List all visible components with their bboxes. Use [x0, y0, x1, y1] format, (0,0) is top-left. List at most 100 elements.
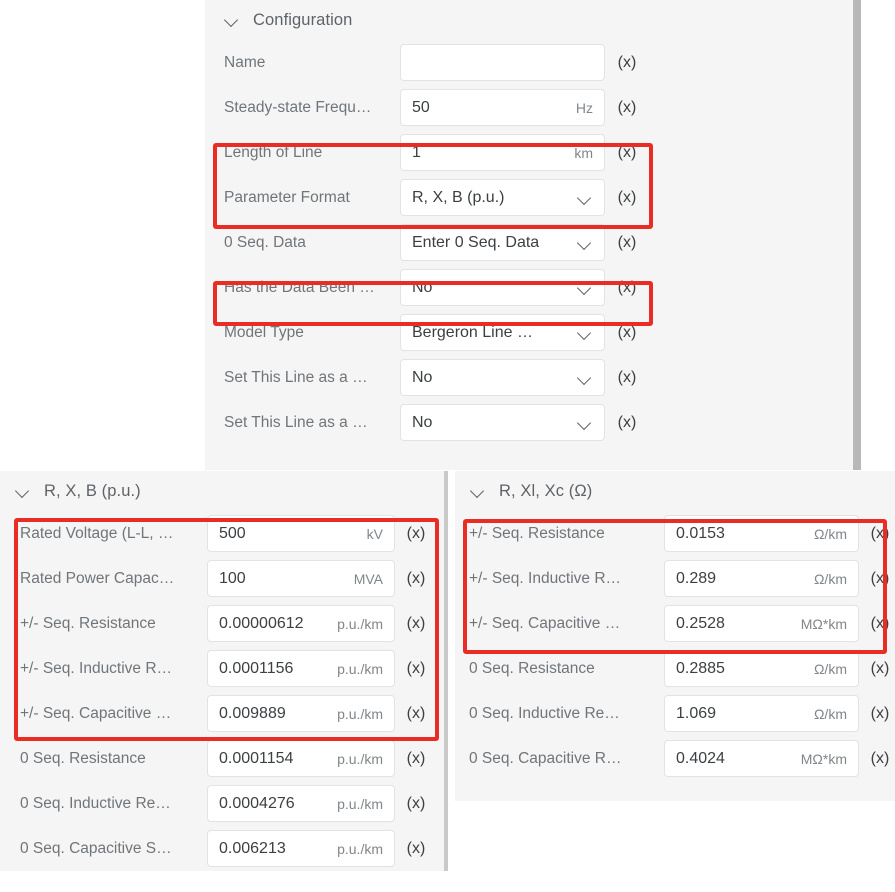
configuration-panel: Configuration Name (x) Steady-state Frequ…… [205, 0, 861, 470]
field-row: +/- Seq. Resistance 0.0153 Ω/km (x) [455, 511, 895, 556]
text-input-field[interactable]: 0.0001154 p.u./km [207, 740, 395, 777]
field-value: No [412, 368, 433, 386]
text-input-field[interactable]: 0.009889 p.u./km [207, 695, 395, 732]
select-field[interactable]: Enter 0 Seq. Data [400, 224, 605, 261]
chevron-down-icon[interactable] [577, 280, 593, 296]
expression-button[interactable]: (x) [395, 660, 437, 678]
expression-button[interactable]: (x) [605, 144, 649, 162]
field-unit: Ω/km [813, 570, 847, 587]
field-row: Rated Power Capac… 100 MVA (x) [0, 556, 448, 601]
expression-button[interactable]: (x) [605, 54, 649, 72]
text-input-field[interactable]: 100 MVA [207, 560, 395, 597]
expression-button[interactable]: (x) [859, 615, 895, 633]
field-row: Set This Line as a … No (x) [205, 400, 861, 445]
field-value: 1.069 [676, 704, 717, 722]
field-value: 0.009889 [219, 704, 286, 722]
field-unit: Ω/km [813, 705, 847, 722]
field-label: Name [224, 53, 266, 71]
field-label: 0 Seq. Capacitive R… [469, 749, 622, 767]
field-label: +/- Seq. Inductive R… [469, 569, 622, 587]
expression-button[interactable]: (x) [605, 234, 649, 252]
select-field[interactable]: Bergeron Line … [400, 314, 605, 351]
chevron-down-icon[interactable] [577, 415, 593, 431]
field-label: +/- Seq. Inductive R… [20, 659, 173, 677]
field-unit: p.u./km [337, 660, 383, 677]
text-input-field[interactable]: 50 Hz [400, 89, 605, 126]
expression-button[interactable]: (x) [395, 750, 437, 768]
rxlxc-ohm-section-header[interactable]: R, Xl, Xc (Ω) [455, 471, 895, 511]
field-row: Set This Line as a … No (x) [205, 355, 861, 400]
field-unit: km [574, 144, 593, 161]
expression-button[interactable]: (x) [859, 525, 895, 543]
text-input-field[interactable]: 0.289 Ω/km [664, 560, 859, 597]
field-value: R, X, B (p.u.) [412, 188, 505, 206]
field-label: +/- Seq. Capacitive … [20, 704, 172, 722]
field-unit: Hz [575, 99, 593, 116]
chevron-down-icon[interactable] [577, 190, 593, 206]
rxb-pu-scrollbar[interactable] [444, 471, 448, 871]
chevron-down-icon [14, 482, 32, 500]
expression-button[interactable]: (x) [395, 570, 437, 588]
rxb-pu-panel: R, X, B (p.u.) Rated Voltage (L-L, … 500 k… [0, 471, 448, 871]
field-row: Has the Data Been … No (x) [205, 265, 861, 310]
configuration-section-title: Configuration [253, 10, 353, 29]
rxlxc-ohm-panel: R, Xl, Xc (Ω) +/- Seq. Resistance 0.0153 Ω… [455, 471, 895, 801]
field-row: 0 Seq. Capacitive R… 0.4024 MΩ*km (x) [455, 736, 895, 781]
text-input-field[interactable]: 0.0001156 p.u./km [207, 650, 395, 687]
select-field[interactable]: No [400, 404, 605, 441]
expression-button[interactable]: (x) [605, 189, 649, 207]
screenshot-root: Configuration Name (x) Steady-state Frequ…… [0, 0, 895, 892]
text-input-field[interactable]: 1 km [400, 134, 605, 171]
text-input-field[interactable]: 0.0004276 p.u./km [207, 785, 395, 822]
field-unit: p.u./km [337, 615, 383, 632]
field-label: Rated Power Capac… [20, 569, 175, 587]
expression-button[interactable]: (x) [605, 99, 649, 117]
chevron-down-icon[interactable] [577, 235, 593, 251]
field-value: 1 [412, 143, 421, 161]
expression-button[interactable]: (x) [859, 660, 895, 678]
field-value: 0.006213 [219, 839, 286, 857]
field-value: No [412, 413, 433, 431]
field-label: 0 Seq. Capacitive S… [20, 839, 172, 857]
text-input-field[interactable]: 1.069 Ω/km [664, 695, 859, 732]
text-input-field[interactable]: 0.00000612 p.u./km [207, 605, 395, 642]
field-unit: p.u./km [337, 750, 383, 767]
expression-button[interactable]: (x) [859, 750, 895, 768]
field-row: 0 Seq. Inductive Re… 1.069 Ω/km (x) [455, 691, 895, 736]
select-field[interactable]: No [400, 269, 605, 306]
text-input-field[interactable]: 0.0153 Ω/km [664, 515, 859, 552]
expression-button[interactable]: (x) [605, 369, 649, 387]
field-row: 0 Seq. Resistance 0.2885 Ω/km (x) [455, 646, 895, 691]
text-input-field[interactable]: 0.2885 Ω/km [664, 650, 859, 687]
text-input-field[interactable]: 500 kV [207, 515, 395, 552]
select-field[interactable]: R, X, B (p.u.) [400, 179, 605, 216]
expression-button[interactable]: (x) [605, 279, 649, 297]
field-value: 0.4024 [676, 749, 725, 767]
expression-button[interactable]: (x) [395, 795, 437, 813]
rxb-pu-section-header[interactable]: R, X, B (p.u.) [0, 471, 448, 511]
expression-button[interactable]: (x) [605, 324, 649, 342]
text-input-field[interactable]: 0.4024 MΩ*km [664, 740, 859, 777]
text-input-field[interactable]: 0.2528 MΩ*km [664, 605, 859, 642]
select-field[interactable]: No [400, 359, 605, 396]
expression-button[interactable]: (x) [395, 615, 437, 633]
field-label: +/- Seq. Capacitive … [469, 614, 621, 632]
field-unit: kV [366, 525, 383, 542]
expression-button[interactable]: (x) [605, 414, 649, 432]
field-row: +/- Seq. Capacitive … 0.2528 MΩ*km (x) [455, 601, 895, 646]
field-label: 0 Seq. Data [224, 233, 306, 251]
expression-button[interactable]: (x) [395, 840, 437, 858]
configuration-scrollbar[interactable] [853, 0, 861, 470]
expression-button[interactable]: (x) [395, 705, 437, 723]
expression-button[interactable]: (x) [395, 525, 437, 543]
field-row: Parameter Format R, X, B (p.u.) (x) [205, 175, 861, 220]
expression-button[interactable]: (x) [859, 570, 895, 588]
expression-button[interactable]: (x) [859, 705, 895, 723]
field-label: Has the Data Been … [224, 278, 375, 296]
text-input-field[interactable] [400, 44, 605, 81]
text-input-field[interactable]: 0.006213 p.u./km [207, 830, 395, 867]
chevron-down-icon[interactable] [577, 370, 593, 386]
configuration-section-header[interactable]: Configuration [205, 0, 861, 40]
field-value: 100 [219, 569, 246, 587]
chevron-down-icon[interactable] [577, 325, 593, 341]
